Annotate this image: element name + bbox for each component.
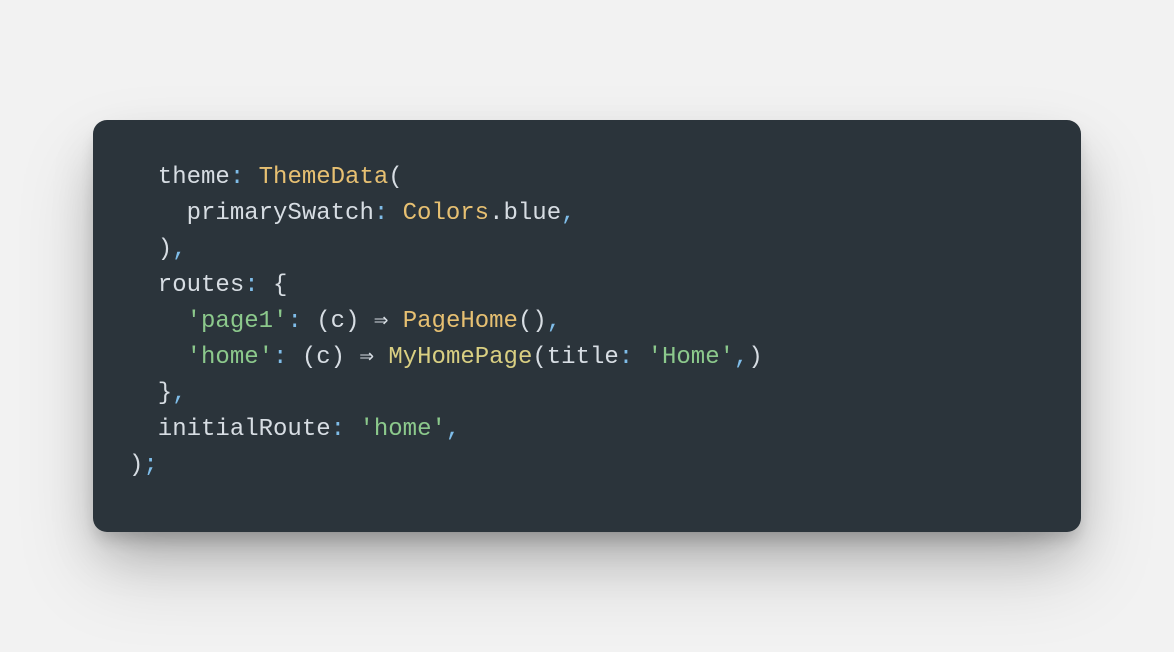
code-token: , <box>547 308 561 335</box>
code-token: ) <box>345 308 374 335</box>
code-token: ( <box>532 344 546 371</box>
code-token: : <box>619 344 648 371</box>
code-token: 'page1' <box>187 308 288 335</box>
code-line: primarySwatch: Colors.blue, <box>129 196 1045 232</box>
code-token: : <box>287 308 316 335</box>
code-token: 'home' <box>359 416 445 443</box>
code-token: } <box>129 380 172 407</box>
code-token: primarySwatch <box>129 200 374 227</box>
code-token: 'home' <box>187 344 273 371</box>
code-line: routes: { <box>129 268 1045 304</box>
code-token: : <box>230 164 259 191</box>
code-token: Colors <box>403 200 489 227</box>
code-token: { <box>273 272 287 299</box>
code-token: ; <box>143 452 157 479</box>
code-line: 'home': (c) ⇒ MyHomePage(title: 'Home',) <box>129 340 1045 376</box>
code-token: () <box>518 308 547 335</box>
code-token: , <box>446 416 460 443</box>
code-token: ⇒ <box>374 308 403 335</box>
code-token: : <box>374 200 403 227</box>
code-token: MyHomePage <box>388 344 532 371</box>
code-token <box>129 308 187 335</box>
code-token: title <box>547 344 619 371</box>
code-token: ( <box>388 164 402 191</box>
code-token: ) <box>748 344 762 371</box>
code-token: routes <box>129 272 244 299</box>
code-token: : <box>244 272 273 299</box>
code-token: , <box>172 380 186 407</box>
code-token: ) <box>331 344 360 371</box>
code-block: theme: ThemeData( primarySwatch: Colors.… <box>93 120 1081 532</box>
code-token: ( <box>302 344 316 371</box>
code-token: theme <box>129 164 230 191</box>
code-token <box>129 344 187 371</box>
code-line: ); <box>129 448 1045 484</box>
code-token: , <box>561 200 575 227</box>
code-line: ), <box>129 232 1045 268</box>
code-token: ) <box>129 452 143 479</box>
code-token: ThemeData <box>259 164 389 191</box>
code-token: PageHome <box>403 308 518 335</box>
code-token: : <box>273 344 302 371</box>
code-line: initialRoute: 'home', <box>129 412 1045 448</box>
code-token: c <box>316 344 330 371</box>
code-token: initialRoute <box>129 416 331 443</box>
code-token: , <box>172 236 186 263</box>
code-token: . <box>489 200 503 227</box>
code-token: : <box>331 416 360 443</box>
code-token: ) <box>129 236 172 263</box>
code-line: }, <box>129 376 1045 412</box>
code-token: c <box>331 308 345 335</box>
code-token: , <box>734 344 748 371</box>
code-line: 'page1': (c) ⇒ PageHome(), <box>129 304 1045 340</box>
code-token: ( <box>316 308 330 335</box>
code-token: blue <box>503 200 561 227</box>
code-line: theme: ThemeData( <box>129 160 1045 196</box>
code-token: ⇒ <box>359 344 388 371</box>
code-token: 'Home' <box>648 344 734 371</box>
